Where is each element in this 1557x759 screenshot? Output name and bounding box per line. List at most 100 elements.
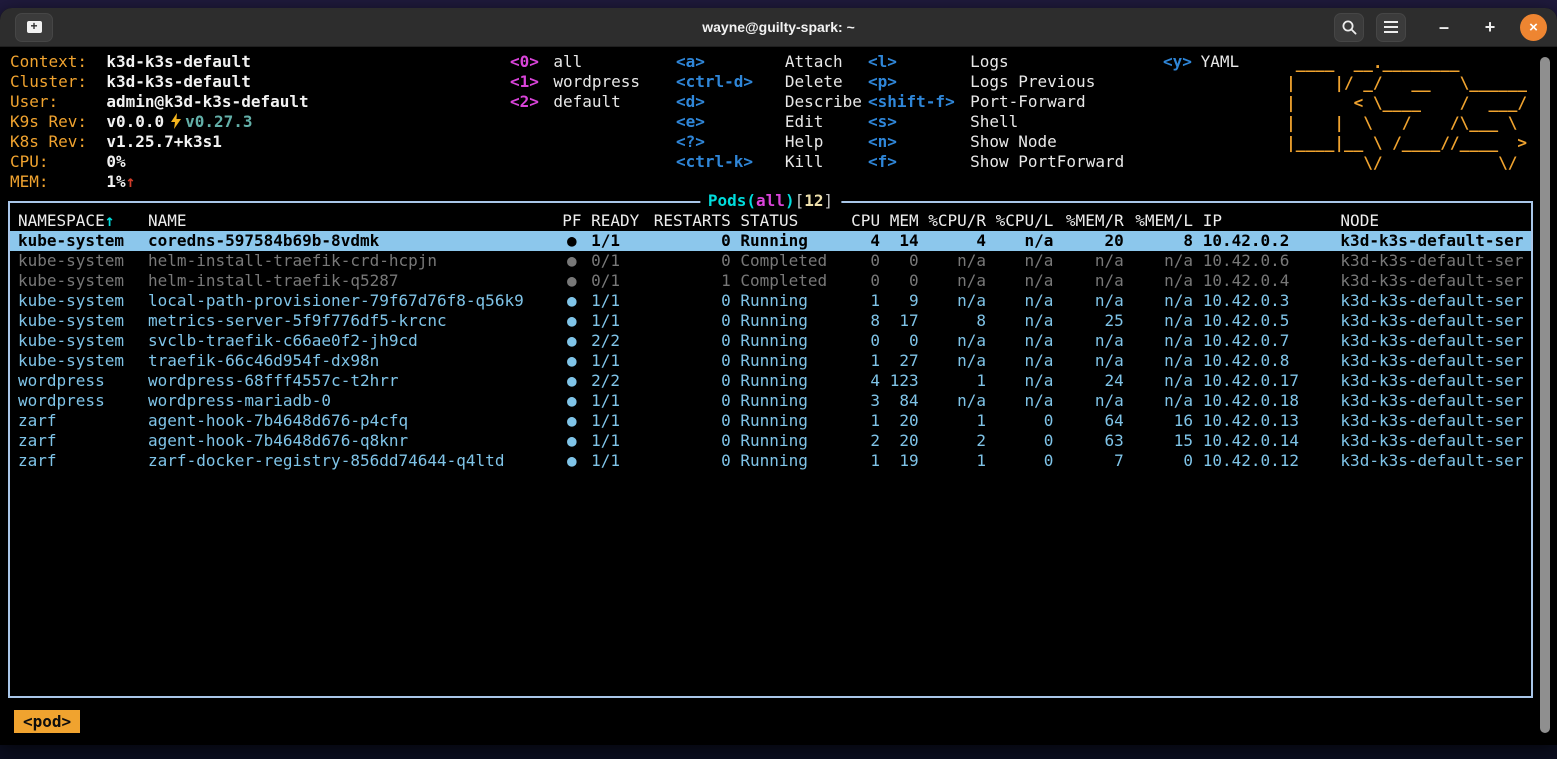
cell-mem-l: n/a [1133,371,1193,391]
action-hotkey: <p>Logs Previous [868,72,1124,92]
hotkey-key: <y> [1163,52,1201,72]
cell-cpu: 2 [851,431,880,451]
cell-cpu-l: n/a [996,271,1054,291]
cell-cpu-l: n/a [996,331,1054,351]
maximize-button[interactable]: + [1478,17,1502,38]
column-header[interactable]: RESTARTS [654,211,731,231]
cell-restarts: 0 [654,331,731,351]
pods-table-title: Pods(all)[12] [700,191,841,211]
cell-mem-r: n/a [1063,271,1124,291]
table-row[interactable]: wordpresswordpress-mariadb-0●1/10Running… [10,391,1531,411]
cell-ip: 10.42.0.17 [1203,371,1331,391]
resource-count: 12 [804,191,823,210]
column-header[interactable]: CPU [851,211,880,231]
resource-name: Pods [708,191,747,210]
cell-ready: 1/1 [591,291,644,311]
cell-mem: 20 [890,431,919,451]
column-header[interactable]: PF [562,211,581,231]
scrollbar-thumb[interactable] [1540,57,1550,733]
cell-mem: 27 [890,351,919,371]
table-row[interactable]: zarfagent-hook-7b4648d676-q8knr●1/10Runn… [10,431,1531,451]
hotkey-label: all [553,52,582,71]
cell-mem-l: n/a [1133,311,1193,331]
hotkey-key: <s> [868,112,970,132]
column-header[interactable]: MEM [890,211,919,231]
cell-ready: 1/1 [591,311,644,331]
table-row[interactable]: kube-systemsvclb-traefik-c66ae0f2-jh9cd●… [10,331,1531,351]
cell-ip: 10.42.0.7 [1203,331,1331,351]
column-header[interactable]: IP [1203,211,1331,231]
namespace-hotkey: <0>all [510,52,640,72]
cell-cpu: 4 [851,231,880,251]
cell-restarts: 0 [654,411,731,431]
resource-scope: all [756,191,785,210]
cell-namespace: kube-system [18,231,138,251]
table-row[interactable]: kube-systemcoredns-597584b69b-8vdmk●1/10… [10,231,1531,251]
pf-indicator-icon: ● [562,371,581,391]
hotkey-key: <ctrl-d> [676,72,785,92]
cell-status: Completed [740,271,841,291]
table-row[interactable]: kube-systemhelm-install-traefik-crd-hcpj… [10,251,1531,271]
action-hotkey: <d>Describe [676,92,862,112]
table-header-row: NAMESPACE↑ NAME PF READY RESTARTS STATUS CPU ME… [10,211,1531,231]
table-row[interactable]: kube-systemlocal-path-provisioner-79f67d… [10,291,1531,311]
table-row[interactable]: kube-systemmetrics-server-5f9f776df5-krc… [10,311,1531,331]
hotkey-label: Attach [785,52,843,71]
column-header[interactable]: %CPU/L [996,211,1054,231]
cell-cpu: 0 [851,251,880,271]
column-header[interactable]: NAMESPACE↑ [18,211,138,231]
column-header[interactable]: STATUS [740,211,841,231]
column-header[interactable]: %MEM/L [1133,211,1193,231]
cell-ready: 2/2 [591,331,644,351]
column-header[interactable]: NODE [1340,211,1531,231]
cell-mem-l: n/a [1133,271,1193,291]
table-row[interactable]: kube-systemhelm-install-traefik-q5287●0/… [10,271,1531,291]
cell-cpu: 8 [851,311,880,331]
column-header[interactable]: NAME [148,211,553,231]
cell-cpu-l: n/a [996,371,1054,391]
column-header[interactable]: %CPU/R [928,211,986,231]
cluster-info-value: k3d-k3s-default [106,52,251,71]
column-header[interactable]: READY [591,211,644,231]
cluster-info-row: K9s Rev:v0.0.0v0.27.3 [10,112,309,132]
hotkey-label: Kill [785,152,824,171]
cell-cpu-r: n/a [928,331,986,351]
new-tab-button[interactable] [15,13,53,42]
cell-ip: 10.42.0.3 [1203,291,1331,311]
search-button[interactable] [1334,13,1364,42]
cell-status: Completed [740,251,841,271]
k9s-header: Context:k3d-k3s-defaultCluster:k3d-k3s-d… [0,47,1557,195]
cell-status: Running [740,391,841,411]
column-header[interactable]: %MEM/R [1063,211,1124,231]
action-hotkey: <s>Shell [868,112,1124,132]
hotkey-key: <f> [868,152,970,172]
hotkey-key: <n> [868,132,970,152]
desktop-background: wayne@guilty-spark: ~ – + × Context:k3d-… [0,0,1557,759]
table-row[interactable]: zarfzarf-docker-registry-856dd74644-q4lt… [10,451,1531,471]
action-hotkey: <n>Show Node [868,132,1124,152]
action-hotkey: <e>Edit [676,112,862,132]
cell-cpu-r: 1 [928,451,986,471]
table-row[interactable]: wordpresswordpress-68fff4557c-t2hrr●2/20… [10,371,1531,391]
table-row[interactable]: kube-systemtraefik-66c46d954f-dx98n●1/10… [10,351,1531,371]
cluster-info-label: Context: [10,52,106,72]
cluster-info-label: CPU: [10,152,106,172]
titlebar[interactable]: wayne@guilty-spark: ~ – + × [0,8,1557,47]
cell-name: local-path-provisioner-79f67d76f8-q56k9 [148,291,553,311]
cluster-info-value: admin@k3d-k3s-default [106,92,308,111]
table-row[interactable]: zarfagent-hook-7b4648d676-p4cfq●1/10Runn… [10,411,1531,431]
cell-name: agent-hook-7b4648d676-p4cfq [148,411,553,431]
table-body: kube-systemcoredns-597584b69b-8vdmk●1/10… [10,231,1531,471]
cell-namespace: zarf [18,431,138,451]
cell-name: zarf-docker-registry-856dd74644-q4ltd [148,451,553,471]
action-hotkeys-col3: <y>YAML [1163,52,1239,72]
cell-mem-l: 8 [1133,231,1193,251]
menu-button[interactable] [1376,13,1406,42]
minimize-button[interactable]: – [1432,17,1456,38]
hotkey-key: <l> [868,52,970,72]
cell-cpu-r: 4 [928,231,986,251]
hotkey-key: <shift-f> [868,92,970,112]
cluster-info-row: User:admin@k3d-k3s-default [10,92,309,112]
close-button[interactable]: × [1520,14,1547,41]
action-hotkeys-col1: <a>Attach<ctrl-d>Delete<d>Describe<e>Edi… [676,52,862,172]
